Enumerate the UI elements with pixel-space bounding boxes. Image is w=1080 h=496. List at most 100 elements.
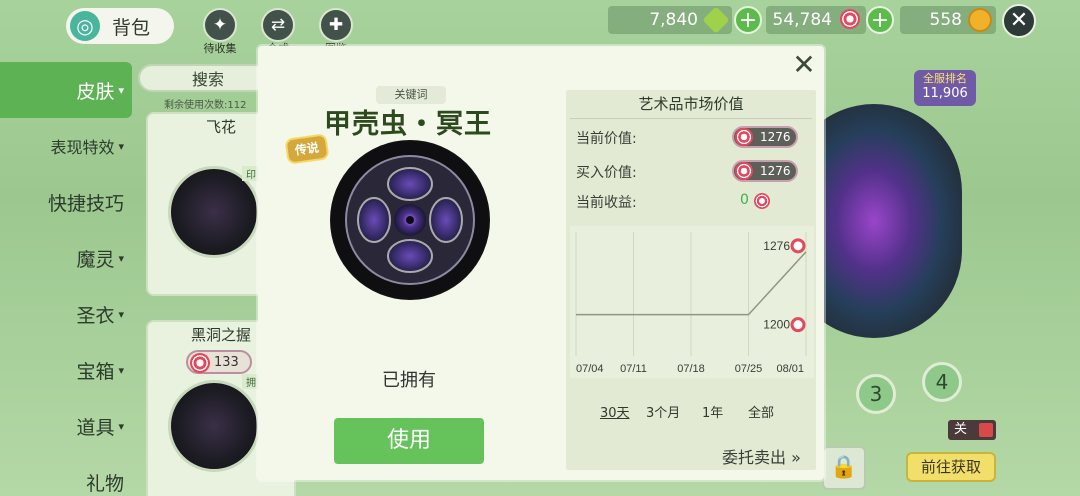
- search-icon: ⌕: [194, 69, 203, 87]
- game-logo-icon: ◎: [70, 11, 100, 41]
- top-bar: ◎ 背包 ✦ 待收集 ⇄ 合成 ✚ 图鉴 7,840 + 54,784 + 55…: [0, 0, 1080, 55]
- rank-title: 全服排名: [923, 72, 967, 85]
- disc-art: [332, 142, 488, 298]
- sidebar-item-props[interactable]: 道具 ▾: [0, 398, 132, 454]
- market-value-panel: 艺术品市场价值 当前价值: 1276 买入价值: 1276 当前收益: 0 07…: [566, 90, 816, 470]
- price-chart: 07/04 07/11 07/18 07/25 08/01 1276 1200: [570, 226, 814, 378]
- coin-currency: 558: [900, 6, 996, 34]
- shuffle-icon: ⇄: [261, 8, 295, 42]
- sidebar-item-spirit[interactable]: 魔灵 ▾: [0, 230, 132, 286]
- sidebar-item-quick-skills[interactable]: 快捷技巧: [0, 174, 132, 230]
- lock-icon[interactable]: 🔒: [822, 446, 866, 490]
- chevron-down-icon: ▾: [118, 419, 124, 433]
- tab-all[interactable]: 全部: [748, 402, 774, 421]
- coin-amount: 558: [929, 10, 962, 30]
- tab-3m[interactable]: 3个月: [646, 402, 680, 421]
- hexagon-gem-icon: [702, 6, 730, 34]
- sidebar-item-label: 道具: [76, 416, 115, 439]
- time-range-tabs: 30天 3个月 1年 全部: [566, 402, 816, 422]
- candy-icon: [790, 317, 806, 333]
- sidebar-item-label: 礼物: [85, 472, 124, 495]
- page-title: 背包: [112, 16, 151, 39]
- sidebar-item-skin[interactable]: 皮肤 ▾: [0, 62, 132, 118]
- chevron-down-icon: ▾: [118, 307, 124, 321]
- divider: [570, 118, 812, 119]
- item-detail-modal: ✕ 关键词 甲壳虫・冥王 传说 已拥有 使用 艺术品市场价值 当前价值: 127…: [258, 46, 824, 480]
- candy-icon: [735, 128, 753, 146]
- bag-title-pill: ◎ 背包: [66, 8, 174, 44]
- price-chart-svg: 07/04 07/11 07/18 07/25 08/01 1276 1200: [575, 232, 807, 375]
- profit-label: 当前收益:: [576, 195, 637, 211]
- sparkle-icon: ✦: [203, 8, 237, 42]
- close-icon[interactable]: ✕: [1002, 4, 1036, 38]
- gem-currency: 7,840: [608, 6, 732, 34]
- sidebar-item-label: 魔灵: [76, 248, 115, 271]
- sidebar-item-chest[interactable]: 宝箱 ▾: [0, 342, 132, 398]
- sidebar-item-gifts[interactable]: 礼物: [0, 454, 132, 496]
- item-name: 甲壳虫・冥王: [324, 109, 492, 140]
- max-value-label: 1276: [763, 239, 790, 253]
- x-tick-label: 07/25: [735, 363, 763, 375]
- rarity-badge: 传说: [284, 133, 330, 165]
- candy-amount: 54,784: [772, 10, 832, 30]
- price-value: 133: [214, 354, 239, 370]
- owned-status: 已拥有: [382, 370, 436, 391]
- sidebar-item-label: 表现特效: [50, 138, 115, 157]
- item-disc-image: [330, 140, 490, 300]
- toggle-label: 关: [954, 422, 968, 437]
- sidebar-item-label: 皮肤: [76, 80, 115, 103]
- item-disc: [168, 380, 260, 472]
- gem-amount: 7,840: [649, 10, 698, 30]
- x-tick-label: 07/11: [620, 363, 647, 375]
- add-candy-button[interactable]: +: [866, 6, 894, 34]
- price-pill: 133: [186, 350, 252, 374]
- sidebar: 皮肤 ▾ 表现特效 ▾ 快捷技巧 魔灵 ▾ 圣衣 ▾ 宝箱 ▾ 道具 ▾ 礼物: [0, 62, 132, 496]
- market-title: 艺术品市场价值: [638, 95, 744, 113]
- use-button[interactable]: 使用: [334, 418, 484, 464]
- buy-value-pill: 1276: [732, 160, 798, 182]
- current-value-pill: 1276: [732, 126, 798, 148]
- sidebar-item-label: 圣衣: [76, 304, 115, 327]
- candy-icon: [840, 9, 860, 29]
- goto-obtain-button[interactable]: 前往获取: [906, 452, 996, 482]
- sidebar-item-holy-armor[interactable]: 圣衣 ▾: [0, 286, 132, 342]
- candy-icon: [754, 193, 770, 209]
- server-rank: 全服排名 11,906: [914, 70, 976, 106]
- candy-currency: 54,784: [766, 6, 866, 34]
- x-tick-label: 07/18: [677, 363, 705, 375]
- sidebar-item-label: 快捷技巧: [47, 192, 124, 215]
- to-collect-label: 待收集: [203, 42, 237, 55]
- to-collect-button[interactable]: ✦ 待收集: [198, 8, 242, 56]
- profit-value: 0: [740, 192, 749, 208]
- current-value-label: 当前价值:: [576, 131, 637, 147]
- chevron-down-icon: ▾: [118, 139, 124, 153]
- sidebar-item-effects[interactable]: 表现特效 ▾: [0, 118, 132, 174]
- sidebar-item-label: 宝箱: [76, 360, 115, 383]
- add-gem-button[interactable]: +: [734, 6, 762, 34]
- x-tick-label: 07/04: [576, 363, 604, 375]
- candy-icon: [735, 162, 753, 180]
- current-value: 1276: [760, 130, 791, 144]
- close-icon[interactable]: ✕: [792, 51, 816, 79]
- chevron-down-icon: ▾: [118, 83, 124, 97]
- gold-coin-icon: [968, 8, 992, 32]
- min-value-label: 1200: [763, 318, 790, 332]
- buy-value-label: 买入价值:: [576, 165, 637, 181]
- consign-sell-link[interactable]: 委托卖出 »: [722, 444, 801, 468]
- book-icon: ✚: [319, 8, 353, 42]
- candy-icon: [790, 238, 806, 254]
- chevron-down-icon: ▾: [118, 363, 124, 377]
- chevron-down-icon: ▾: [118, 251, 124, 265]
- step-badge-3[interactable]: 3: [856, 374, 896, 414]
- remaining-uses: 剩余使用次数:112: [164, 100, 247, 111]
- search-input[interactable]: ⌕ 搜索: [138, 64, 268, 92]
- toggle-knob: [979, 423, 993, 437]
- buy-value: 1276: [760, 164, 791, 178]
- toggle-switch[interactable]: 关: [948, 420, 996, 440]
- x-tick-label: 08/01: [776, 363, 804, 375]
- candy-icon: [190, 353, 210, 373]
- rank-value: 11,906: [922, 86, 968, 101]
- step-badge-4[interactable]: 4: [922, 362, 962, 402]
- tab-30d[interactable]: 30天: [600, 402, 630, 421]
- tab-1y[interactable]: 1年: [702, 402, 723, 421]
